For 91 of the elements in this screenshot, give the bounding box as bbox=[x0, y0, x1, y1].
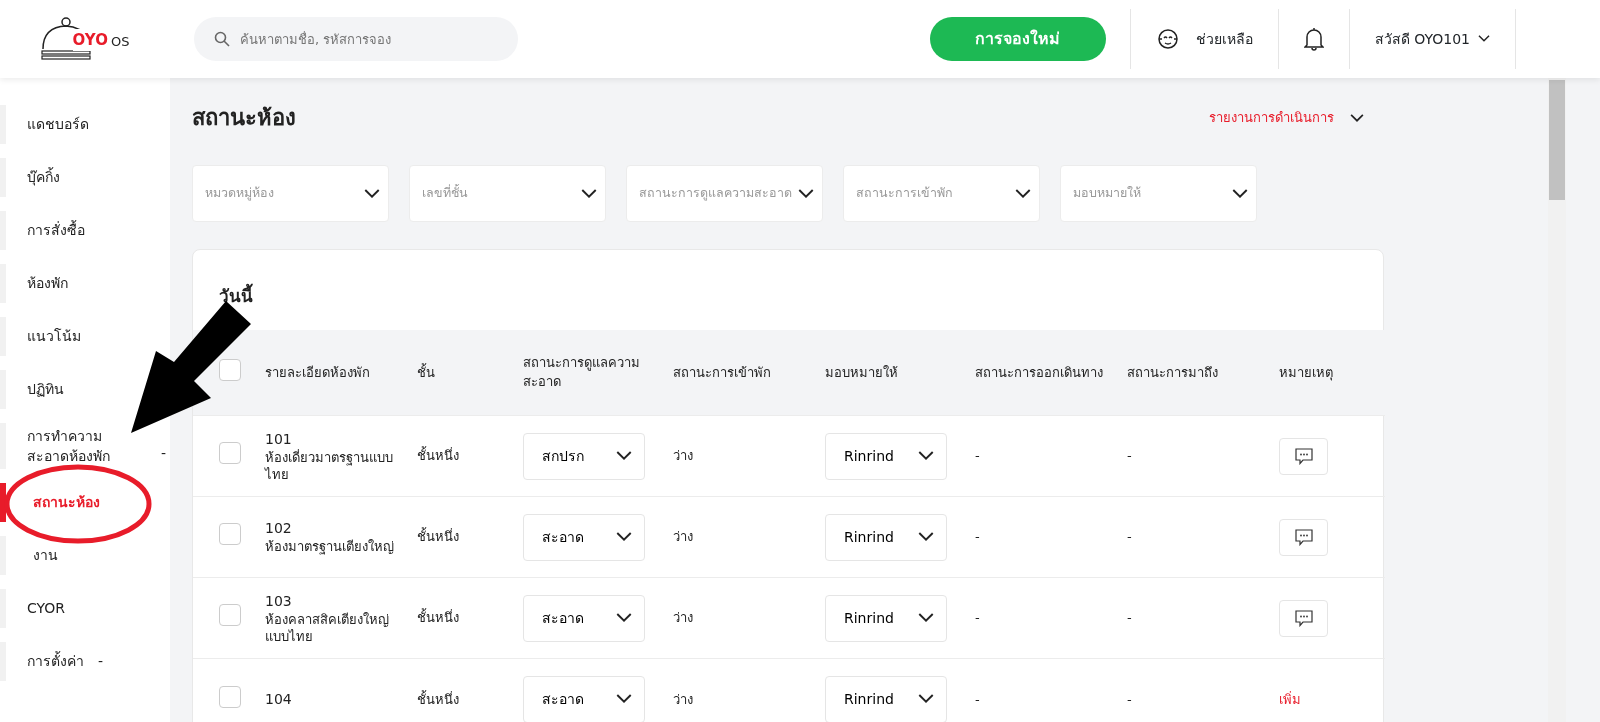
chevron-down-icon bbox=[616, 532, 632, 542]
table-cell: ว่าง bbox=[673, 529, 693, 545]
column-header: รายละเอียดห้องพัก bbox=[265, 364, 370, 380]
column-header: สถานะการเข้าพัก bbox=[673, 364, 771, 380]
sidebar-item[interactable]: สถานะห้อง bbox=[0, 476, 100, 529]
comment-icon bbox=[1294, 528, 1313, 546]
table-cell: ชั้นหนึ่ง bbox=[417, 529, 459, 545]
room-type: ห้องมาตรฐานเตียงใหญ่ bbox=[265, 539, 395, 556]
sidebar-item[interactable]: บุ๊คกิ้ง bbox=[0, 151, 60, 204]
table-cell: ว่าง bbox=[673, 691, 693, 707]
checkbox[interactable] bbox=[219, 442, 241, 465]
chevron-down-icon bbox=[1232, 188, 1248, 199]
search-field[interactable]: ค้นหาตามชื่อ, รหัสการจอง bbox=[194, 17, 518, 61]
sidebar-item[interactable]: งาน bbox=[0, 529, 58, 582]
chevron-down-icon bbox=[581, 188, 597, 199]
comment-icon bbox=[1294, 609, 1313, 627]
chevron-down-icon bbox=[1478, 35, 1490, 43]
checkbox[interactable] bbox=[219, 604, 241, 627]
table-cell: - bbox=[1127, 691, 1132, 707]
chevron-down-icon bbox=[798, 188, 814, 199]
table-cell: - bbox=[1127, 610, 1132, 626]
cleaning-status-dropdown[interactable]: สะอาด bbox=[523, 513, 645, 561]
collapse-toggle[interactable]: - bbox=[160, 442, 166, 464]
user-menu[interactable]: สวัสดี OYO101 bbox=[1349, 21, 1515, 57]
column-header: มอบหมายให้ bbox=[825, 364, 898, 380]
table-cell: - bbox=[1127, 529, 1132, 545]
remark-button[interactable] bbox=[1279, 437, 1328, 475]
support-agent-icon bbox=[1155, 28, 1180, 50]
room-number: 104 bbox=[265, 689, 293, 709]
logo-text: OS bbox=[110, 32, 130, 51]
table-cell: ว่าง bbox=[673, 610, 693, 626]
checkbox[interactable] bbox=[219, 358, 241, 381]
column-header: สถานะการดูแลความสะอาด bbox=[523, 354, 640, 390]
chevron-down-icon bbox=[918, 532, 934, 542]
report-dropdown[interactable]: รายงานการดำเนินการ bbox=[1209, 108, 1364, 128]
checkbox[interactable] bbox=[219, 685, 241, 708]
logo-text: OYO bbox=[72, 28, 108, 51]
assignee-dropdown[interactable]: Rinrind bbox=[825, 513, 947, 561]
checkbox[interactable] bbox=[219, 523, 241, 546]
remark-button[interactable] bbox=[1279, 518, 1328, 556]
remark-button[interactable] bbox=[1279, 599, 1328, 637]
room-number: 102 bbox=[265, 519, 293, 539]
room-type: ห้องเดี่ยวมาตรฐานแบบไทย bbox=[265, 449, 394, 484]
add-remark-link[interactable]: เพิ่ม bbox=[1279, 691, 1301, 707]
chevron-down-icon bbox=[364, 188, 380, 199]
chevron-down-icon bbox=[1350, 113, 1364, 123]
room-type: ห้องคลาสสิคเตียงใหญ่แบบไทย bbox=[265, 611, 390, 646]
bell-icon bbox=[1303, 27, 1324, 52]
table-cell: - bbox=[975, 448, 980, 464]
sidebar-item[interactable]: แนวโน้ม bbox=[0, 310, 81, 363]
sidebar-item[interactable]: การสั่งซื้อ bbox=[0, 204, 85, 257]
chevron-down-icon bbox=[1015, 188, 1031, 199]
cleaning-status-dropdown[interactable]: สกปรก bbox=[523, 432, 645, 480]
sidebar-item[interactable]: แดชบอร์ด bbox=[0, 98, 89, 151]
chevron-down-icon bbox=[918, 694, 934, 705]
chevron-down-icon bbox=[918, 613, 934, 623]
scrollbar-thumb[interactable] bbox=[1549, 80, 1565, 200]
sidebar-item[interactable]: การทำความสะอาดห้องพัก bbox=[0, 416, 128, 476]
table-cell: ชั้นหนึ่ง bbox=[417, 691, 459, 707]
chevron-down-icon bbox=[616, 694, 632, 705]
assignee-dropdown[interactable]: Rinrind bbox=[825, 432, 947, 480]
table-cell: - bbox=[975, 691, 980, 707]
column-header: สถานะการออกเดินทาง bbox=[975, 364, 1103, 380]
sidebar-item[interactable]: ปฏิทิน bbox=[0, 363, 64, 416]
table-cell: - bbox=[1127, 448, 1132, 464]
page-title: สถานะห้อง bbox=[192, 104, 296, 132]
sidebar-item[interactable]: ห้องพัก bbox=[0, 257, 68, 310]
cleaning-status-dropdown[interactable]: สะอาด bbox=[523, 675, 645, 722]
help-button[interactable]: ช่วยเหลือ bbox=[1130, 21, 1278, 57]
assignee-dropdown[interactable]: Rinrind bbox=[825, 594, 947, 642]
sidebar-item[interactable]: CYOR bbox=[0, 582, 66, 635]
cleaning-status-dropdown[interactable]: สะอาด bbox=[523, 594, 645, 642]
assignee-dropdown[interactable]: Rinrind bbox=[825, 675, 947, 722]
column-header: หมายเหตุ bbox=[1279, 364, 1333, 380]
section-title: วันนี้ bbox=[193, 250, 1383, 330]
table-cell: - bbox=[975, 529, 980, 545]
column-header: ชั้น bbox=[417, 364, 435, 380]
collapse-toggle[interactable]: - bbox=[98, 651, 104, 672]
chevron-down-icon bbox=[616, 613, 632, 623]
table-cell: ชั้นหนึ่ง bbox=[417, 610, 459, 626]
table-cell: - bbox=[975, 610, 980, 626]
sidebar-item[interactable]: การตั้งค่า bbox=[0, 635, 84, 688]
comment-icon bbox=[1294, 447, 1313, 465]
chevron-down-icon bbox=[918, 451, 934, 461]
column-header: สถานะการมาถึง bbox=[1127, 364, 1218, 380]
table-cell: ชั้นหนึ่ง bbox=[417, 448, 459, 464]
chevron-down-icon bbox=[616, 451, 632, 461]
table-cell: ว่าง bbox=[673, 448, 693, 464]
room-number: 103 bbox=[265, 591, 293, 611]
logo[interactable]: OYO OS bbox=[40, 17, 130, 61]
room-number: 101 bbox=[265, 429, 293, 449]
